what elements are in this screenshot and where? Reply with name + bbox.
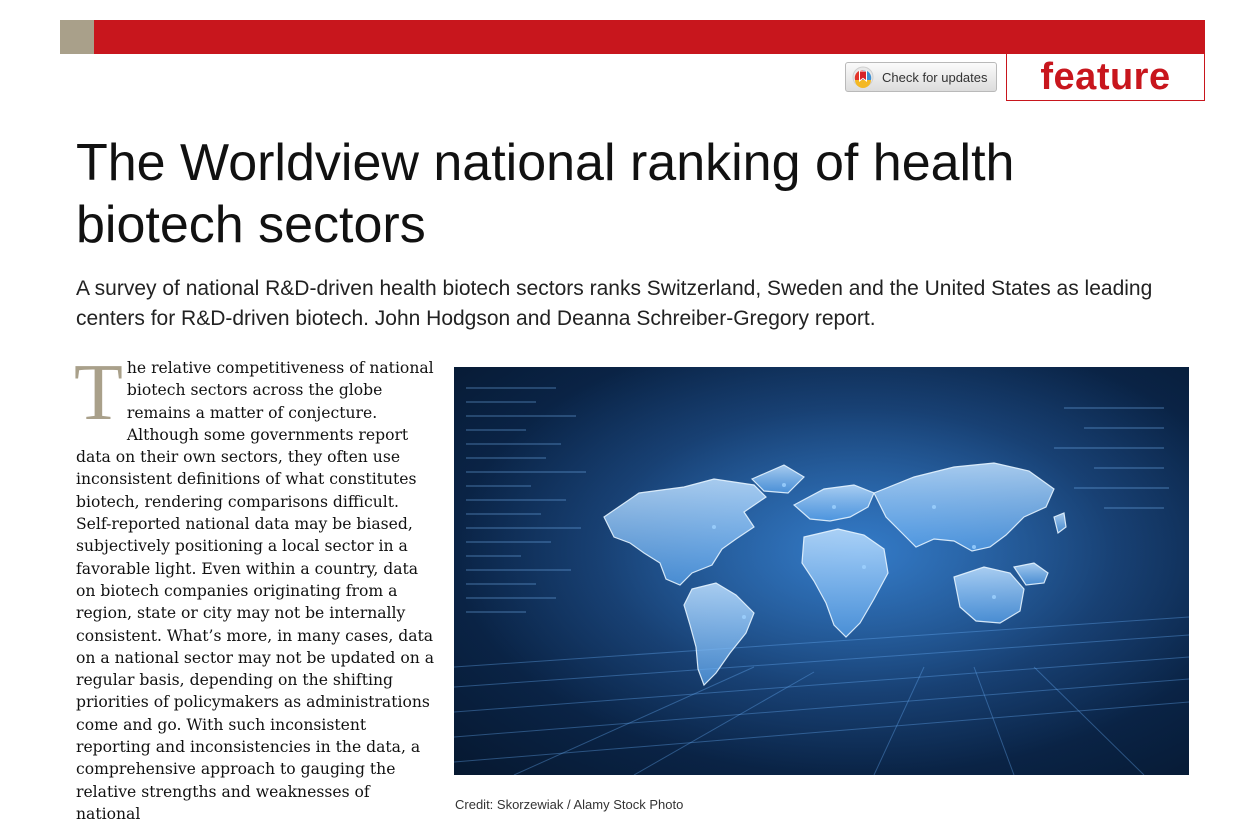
section-label: feature (1040, 55, 1171, 98)
section-label-box: feature (1006, 54, 1205, 101)
article-body: The relative competitiveness of national… (74, 349, 436, 825)
world-map-image (454, 367, 1189, 775)
header-accent-square (60, 20, 94, 54)
crossmark-icon (852, 66, 874, 88)
check-for-updates-label: Check for updates (882, 69, 988, 85)
article-standfirst: A survey of national R&D-driven health b… (76, 277, 1153, 330)
image-credit: Credit: Skorzewiak / Alamy Stock Photo (455, 797, 684, 812)
article-title: The Worldview national ranking of health… (76, 134, 1015, 254)
article-body-text: he relative competitiveness of national … (76, 359, 435, 823)
check-for-updates-button[interactable]: Check for updates (845, 62, 997, 92)
drop-cap: T (74, 349, 123, 437)
header-color-bar (60, 20, 1205, 54)
digital-world-map-illustration (454, 367, 1189, 775)
